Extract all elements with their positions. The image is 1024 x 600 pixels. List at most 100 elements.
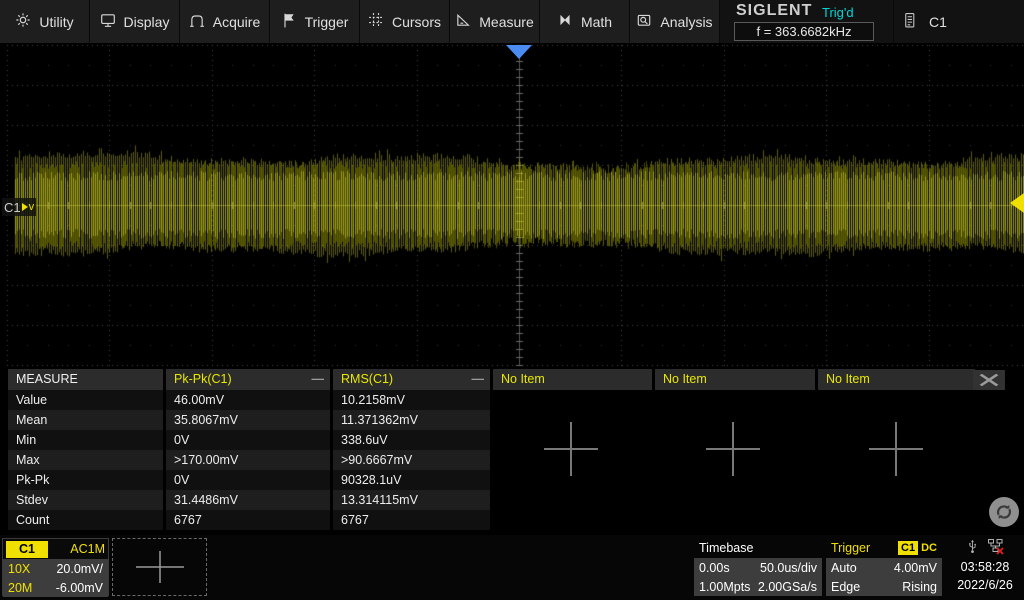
- measure-row-label: Count: [8, 510, 163, 530]
- menu-item-utility[interactable]: Utility: [0, 0, 90, 43]
- measure-value: >170.00mV: [166, 450, 330, 470]
- measure-value: 46.00mV: [166, 390, 330, 410]
- measure-value: 6767: [166, 510, 330, 530]
- channel-volts-div: 20.0mV/: [56, 562, 103, 576]
- trigger-position-marker[interactable]: [506, 45, 532, 59]
- add-channel-slot[interactable]: [112, 538, 207, 596]
- close-icon[interactable]: [973, 370, 1005, 390]
- menu-item-label: Cursors: [392, 14, 441, 30]
- channel-bandwidth: 20M: [8, 581, 32, 595]
- brand-logo: SIGLENT: [736, 2, 812, 20]
- menu-item-math[interactable]: Math: [540, 0, 630, 43]
- trigger-title: Trigger: [831, 541, 870, 555]
- measure-value: 0V: [166, 430, 330, 450]
- measure-row-label: Stdev: [8, 490, 163, 510]
- clock-time: 03:58:28: [946, 558, 1024, 576]
- timebase-panel[interactable]: Timebase 0.00s 50.0us/div 1.00Mpts 2.00G…: [694, 538, 822, 596]
- add-measurement-slot[interactable]: [867, 420, 925, 478]
- menu-item-cursors[interactable]: Cursors: [360, 0, 450, 43]
- measure-row-label: Pk-Pk: [8, 470, 163, 490]
- channel-attenuation: 10X: [8, 562, 30, 576]
- display-icon: [100, 12, 116, 31]
- measure-column-header[interactable]: Pk-Pk(C1)—: [166, 369, 330, 390]
- measure-row-label: Max: [8, 450, 163, 470]
- measure-row-label: Min: [8, 430, 163, 450]
- channel-coupling: AC1M: [70, 542, 105, 556]
- channel-offset-label: C1: [4, 200, 21, 215]
- lan-disconnected-icon: [987, 538, 1004, 558]
- measure-value: 90328.1uV: [333, 470, 490, 490]
- analysis-icon: [636, 12, 652, 31]
- cursors-icon: [368, 12, 384, 31]
- measure-icon: [455, 12, 471, 31]
- clipboard-icon: [902, 11, 917, 33]
- measure-row-label: Mean: [8, 410, 163, 430]
- usb-icon: [966, 538, 979, 558]
- measure-column-header[interactable]: RMS(C1)—: [333, 369, 490, 390]
- trigger-panel[interactable]: Trigger C1 DC Auto 4.00mV Edge Rising: [826, 538, 942, 596]
- plus-icon: [542, 420, 600, 478]
- gear-icon: [15, 12, 31, 31]
- measure-value: 11.371362mV: [333, 410, 490, 430]
- timebase-delay: 0.00s: [699, 561, 730, 575]
- timebase-scale: 50.0us/div: [760, 561, 817, 575]
- measure-row-label: Value: [8, 390, 163, 410]
- trigger-level: 4.00mV: [894, 561, 937, 575]
- measure-value: 35.8067mV: [166, 410, 330, 430]
- oscilloscope-screen: Utility Display Acquire Trigger Cursors Measu…: [0, 0, 1024, 600]
- timebase-memory: 1.00Mpts: [699, 580, 750, 594]
- plus-icon: [704, 420, 762, 478]
- trigger-status-badge: Trig'd: [822, 5, 854, 20]
- bottom-bar: C1 AC1M 10X 20.0mV/ 20M -6.00mV Timebase: [0, 535, 1024, 600]
- measure-column-header[interactable]: No Item: [493, 369, 652, 390]
- remove-measurement-icon[interactable]: —: [312, 369, 325, 390]
- refresh-icon[interactable]: [989, 497, 1019, 527]
- plus-icon: [867, 420, 925, 478]
- remove-measurement-icon[interactable]: —: [472, 369, 485, 390]
- menu-item-display[interactable]: Display: [90, 0, 180, 43]
- active-channel-indicator[interactable]: C1: [893, 0, 1024, 43]
- menu-item-label: Utility: [39, 14, 73, 30]
- clock-date: 2022/6/26: [946, 576, 1024, 594]
- trigger-mode: Auto: [831, 561, 857, 575]
- channel-offset-marker[interactable]: C1 v: [2, 198, 36, 216]
- timebase-sample-rate: 2.00GSa/s: [758, 580, 817, 594]
- measure-column-header[interactable]: No Item: [655, 369, 815, 390]
- trigger-coupling: DC: [921, 542, 937, 554]
- trigger-slope: Rising: [902, 580, 937, 594]
- measure-value: 338.6uV: [333, 430, 490, 450]
- trigger-level-marker[interactable]: [1010, 193, 1024, 213]
- menu-item-measure[interactable]: Measure: [450, 0, 540, 43]
- system-status: 03:58:28 2022/6/26: [946, 538, 1024, 596]
- menu-item-label: Acquire: [213, 14, 260, 30]
- plus-icon: [135, 549, 185, 585]
- measure-value: 0V: [166, 470, 330, 490]
- add-measurement-slot[interactable]: [542, 420, 600, 478]
- measure-value: 31.4486mV: [166, 490, 330, 510]
- measure-value: 13.314115mV: [333, 490, 490, 510]
- trigger-icon: [281, 12, 297, 31]
- status-cluster: SIGLENT Trig'd f = 363.6682kHz: [726, 0, 882, 43]
- channel-c1-panel[interactable]: C1 AC1M 10X 20.0mV/ 20M -6.00mV: [2, 538, 109, 596]
- channel-offset-sub: v: [29, 201, 35, 213]
- add-measurement-slot[interactable]: [704, 420, 762, 478]
- trigger-source-badge: C1: [898, 541, 918, 555]
- menu-item-analysis[interactable]: Analysis: [630, 0, 720, 43]
- measure-column-header[interactable]: No Item: [818, 369, 975, 390]
- measure-value: 6767: [333, 510, 490, 530]
- menu-item-label: Analysis: [660, 14, 712, 30]
- measure-panel: MEASUREPk-Pk(C1)—RMS(C1)—No ItemNo ItemN…: [0, 369, 1024, 530]
- trigger-type: Edge: [831, 580, 860, 594]
- waveform-display[interactable]: C1 v: [0, 43, 1024, 368]
- menu-item-label: Trigger: [305, 14, 349, 30]
- menu-item-trigger[interactable]: Trigger: [270, 0, 360, 43]
- menu-item-acquire[interactable]: Acquire: [180, 0, 270, 43]
- channel-badge[interactable]: C1: [6, 541, 48, 558]
- timebase-title: Timebase: [694, 538, 822, 558]
- menu-item-label: Display: [124, 14, 170, 30]
- measure-value: 10.2158mV: [333, 390, 490, 410]
- active-channel-label: C1: [929, 14, 947, 30]
- menu-item-label: Measure: [479, 14, 533, 30]
- frequency-counter: f = 363.6682kHz: [734, 22, 874, 41]
- channel-offset-arrow-icon: [22, 203, 28, 211]
